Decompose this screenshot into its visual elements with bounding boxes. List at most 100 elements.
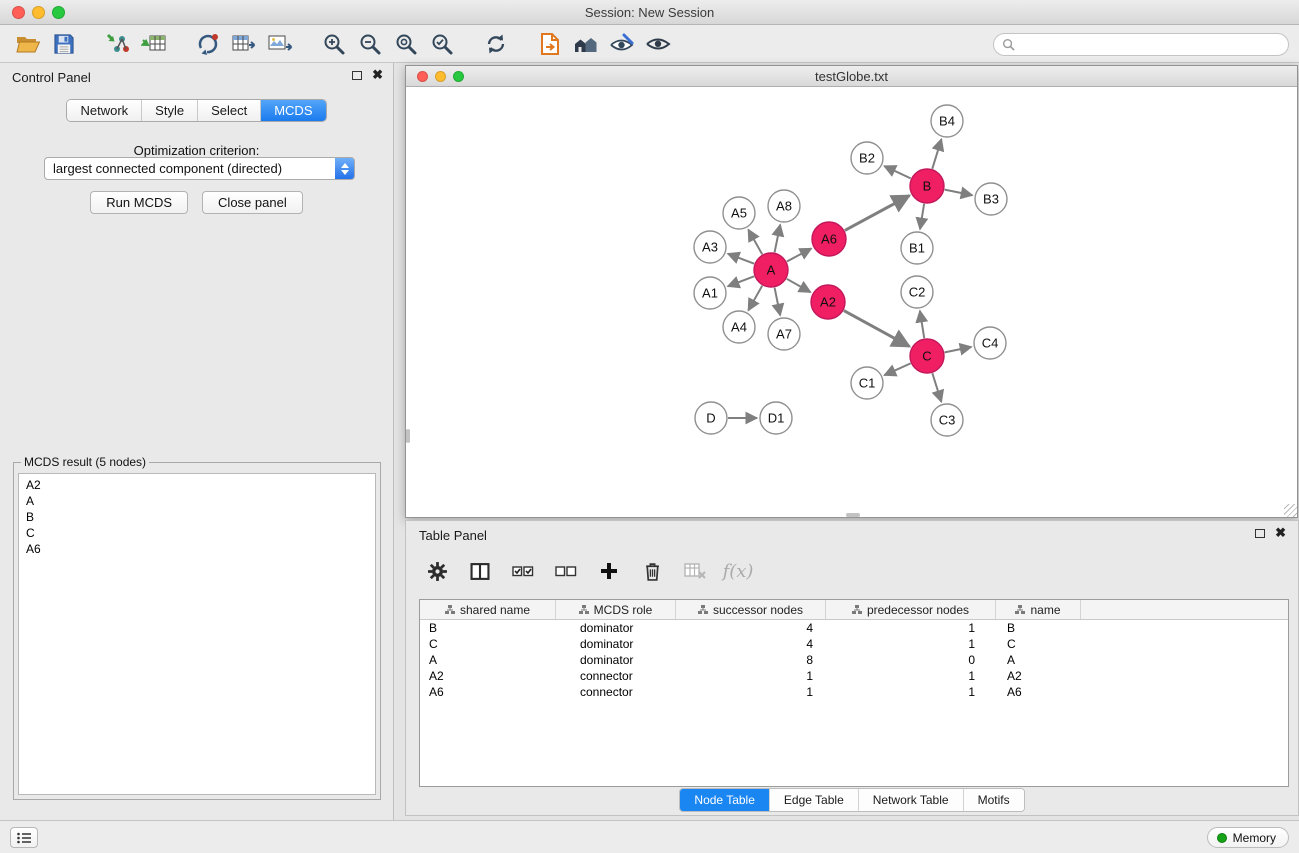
table-row[interactable]: A dominator 8 0 A [420,652,1288,668]
graph-edge-C-C2[interactable] [920,311,924,338]
graph-edge-A-A6[interactable] [787,248,811,261]
close-button[interactable] [12,6,25,19]
graph-edge-C-C3[interactable] [932,373,941,402]
graph-edge-A-A7[interactable] [775,288,781,316]
table-settings-button[interactable] [424,558,450,584]
memory-button[interactable]: Memory [1207,827,1289,848]
close-panel-icon[interactable]: ✖ [372,70,383,80]
search-field[interactable] [993,33,1289,56]
zoom-button[interactable] [52,6,65,19]
graph-node-A8[interactable]: A8 [768,190,800,222]
mcds-result-item[interactable]: A2 [26,477,368,493]
tab-network-table[interactable]: Network Table [858,789,963,811]
run-mcds-button[interactable]: Run MCDS [90,191,188,214]
resize-gripper[interactable] [1284,504,1297,517]
graphics-details-button[interactable] [604,29,640,59]
network-window-titlebar[interactable]: testGlobe.txt [406,66,1297,87]
mcds-result-item[interactable]: A [26,493,368,509]
float-panel-icon[interactable] [352,71,362,80]
network-zoom-button[interactable] [453,71,464,82]
show-columns-button[interactable] [467,558,493,584]
graph-edge-B-B3[interactable] [945,190,973,196]
tab-network[interactable]: Network [67,100,141,121]
graph-edge-A2-C[interactable] [844,311,910,347]
graph-edge-A-A2[interactable] [787,279,811,292]
mcds-result-item[interactable]: B [26,509,368,525]
graph-node-C2[interactable]: C2 [901,276,933,308]
graph-node-D1[interactable]: D1 [760,402,792,434]
refresh-layout-button[interactable] [478,29,514,59]
delete-column-button[interactable] [639,558,665,584]
houses-button[interactable] [568,29,604,59]
network-graph[interactable]: B4B2BB3B1A5A8A6A3AA1A2C2A4A7C4CC1C3DD1 [406,87,1297,517]
network-minimize-button[interactable] [435,71,446,82]
graph-edge-A-A4[interactable] [748,286,762,311]
graph-node-A2[interactable]: A2 [811,285,845,319]
graph-edge-B-B1[interactable] [920,204,924,229]
import-table-button[interactable] [136,29,172,59]
table-row[interactable]: A6 connector 1 1 A6 [420,684,1288,700]
column-header-name[interactable]: name [995,600,1080,619]
export-report-button[interactable] [532,29,568,59]
graph-node-D[interactable]: D [695,402,727,434]
graph-node-A[interactable]: A [754,253,788,287]
optimization-criterion-select[interactable]: largest connected component (directed) [44,157,355,180]
eye-button[interactable] [640,29,676,59]
add-column-button[interactable] [596,558,622,584]
export-network-button[interactable] [190,29,226,59]
tab-edge-table[interactable]: Edge Table [769,789,858,811]
open-session-button[interactable] [10,29,46,59]
float-panel-icon[interactable] [1255,529,1265,538]
graph-node-A4[interactable]: A4 [723,311,755,343]
graph-node-A6[interactable]: A6 [812,222,846,256]
graph-edge-A-A1[interactable] [728,276,754,286]
horizontal-scrollbar[interactable] [846,513,860,517]
graph-node-A5[interactable]: A5 [723,197,755,229]
save-session-button[interactable] [46,29,82,59]
mcds-result-list[interactable]: A2 A B C A6 [18,473,376,795]
column-header-shared-name[interactable]: shared name [420,600,555,619]
graph-edge-B-B4[interactable] [932,139,941,169]
search-input[interactable] [1020,37,1280,52]
vertical-scrollbar[interactable] [406,429,410,443]
network-close-button[interactable] [417,71,428,82]
deselect-all-button[interactable] [553,558,579,584]
column-header-predecessor-nodes[interactable]: predecessor nodes [825,600,995,619]
task-history-button[interactable] [10,827,38,848]
tab-motifs[interactable]: Motifs [963,789,1024,811]
function-builder-button[interactable]: f(x) [725,558,751,584]
graph-node-B2[interactable]: B2 [851,142,883,174]
column-header-successor-nodes[interactable]: successor nodes [675,600,825,619]
export-image-button[interactable] [262,29,298,59]
table-row[interactable]: C dominator 4 1 C [420,636,1288,652]
tab-style[interactable]: Style [141,100,197,121]
graph-edge-A-A3[interactable] [728,254,754,264]
graph-node-B4[interactable]: B4 [931,105,963,137]
graph-edge-A6-B[interactable] [845,196,910,231]
tab-mcds[interactable]: MCDS [260,100,325,121]
graph-node-B[interactable]: B [910,169,944,203]
graph-node-B1[interactable]: B1 [901,232,933,264]
minimize-button[interactable] [32,6,45,19]
zoom-out-button[interactable] [352,29,388,59]
mcds-result-item[interactable]: C [26,525,368,541]
graph-edge-B-B2[interactable] [884,166,910,178]
table-row[interactable]: A2 connector 1 1 A2 [420,668,1288,684]
graph-edge-A-A8[interactable] [775,225,781,253]
graph-node-C[interactable]: C [910,339,944,373]
graph-node-C4[interactable]: C4 [974,327,1006,359]
zoom-in-button[interactable] [316,29,352,59]
zoom-selected-button[interactable] [424,29,460,59]
graph-node-A1[interactable]: A1 [694,277,726,309]
tab-select[interactable]: Select [197,100,260,121]
graph-node-A7[interactable]: A7 [768,318,800,350]
delete-table-button[interactable] [682,558,708,584]
tab-node-table[interactable]: Node Table [680,789,769,811]
close-panel-icon[interactable]: ✖ [1275,528,1286,538]
graph-node-B3[interactable]: B3 [975,183,1007,215]
close-panel-button[interactable]: Close panel [202,191,303,214]
import-network-button[interactable] [100,29,136,59]
graph-edge-A-A5[interactable] [748,230,762,255]
column-header-mcds-role[interactable]: MCDS role [555,600,675,619]
mcds-result-item[interactable]: A6 [26,541,368,557]
